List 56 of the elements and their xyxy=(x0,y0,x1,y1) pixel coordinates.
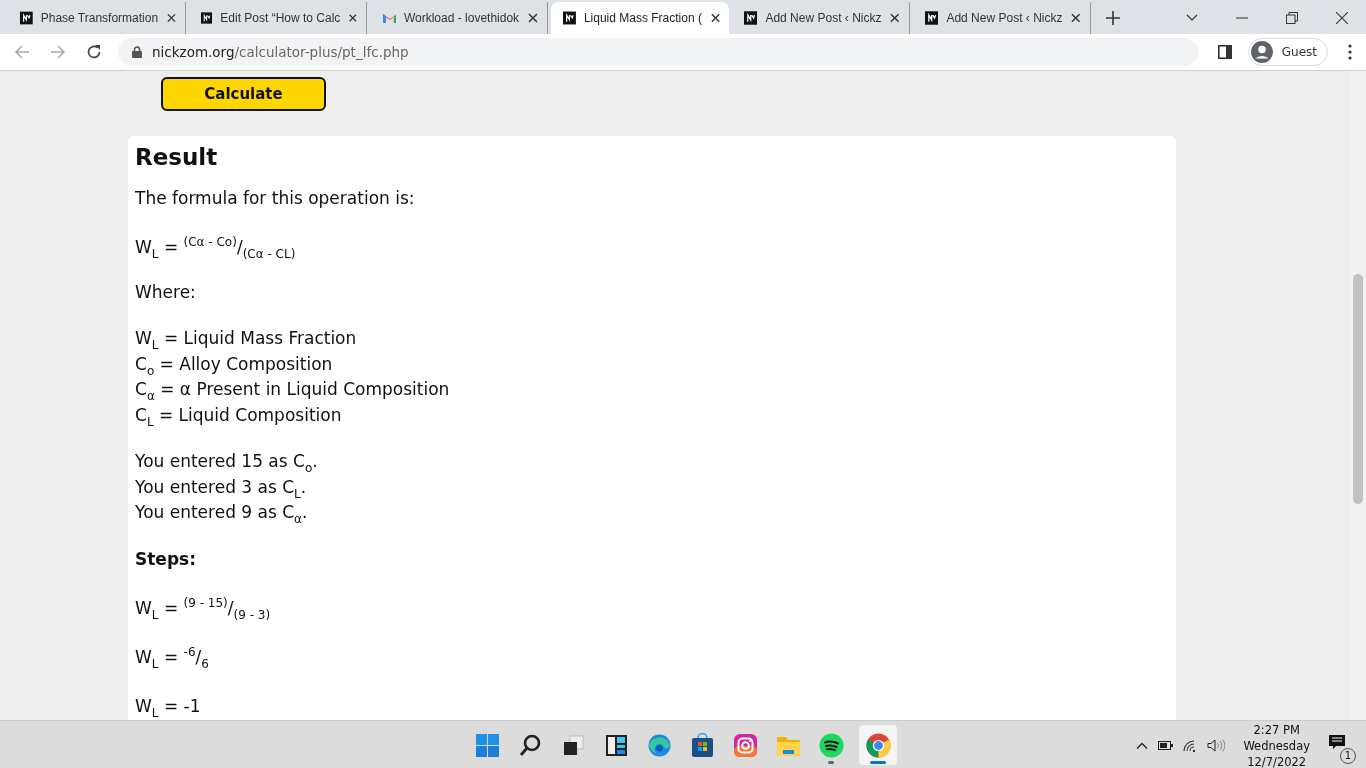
chevron-up-icon[interactable] xyxy=(1136,742,1149,749)
avatar-icon xyxy=(1250,41,1273,63)
text-line: C$_{o}$ = Alloy Composition xyxy=(135,352,334,377)
new-tab-icon[interactable] xyxy=(1106,11,1120,25)
lock-icon xyxy=(132,46,142,58)
result-heading: Result xyxy=(135,143,219,171)
camera-icon xyxy=(732,732,758,758)
formula-line: W$_{L}$ = -1 xyxy=(135,694,202,719)
close-icon[interactable] xyxy=(348,12,358,24)
close-icon[interactable] xyxy=(1336,12,1348,24)
start-icon xyxy=(474,732,500,758)
battery-icon[interactable] xyxy=(1158,741,1174,750)
text-line: Where: xyxy=(135,281,197,304)
address-field[interactable]: nickzom.org/calculator-plus/pt_lfc.php xyxy=(118,38,1198,66)
wifi-icon[interactable] xyxy=(1183,739,1198,752)
formula-line: W$_{L}$ = $^{(Cα - Co)}$/$_{(Cα - CL)}$ xyxy=(135,235,297,260)
text-line: C$_{L}$ = Liquid Composition xyxy=(135,403,343,428)
restore-icon[interactable] xyxy=(1286,12,1298,24)
notification-count: 1 xyxy=(1340,747,1356,764)
reload-icon[interactable] xyxy=(86,44,102,60)
close-icon[interactable] xyxy=(889,12,901,24)
calculate-button[interactable]: Calculate xyxy=(161,77,326,111)
site-favicon-icon xyxy=(201,11,213,25)
text-line: W$_{L}$ = Liquid Mass Fraction xyxy=(135,327,358,352)
close-icon[interactable] xyxy=(1070,12,1082,24)
text-line: The formula for this operation is: xyxy=(135,187,416,210)
formula-line: W$_{L}$ = $^{-6}$/$_{6}$ xyxy=(135,644,210,670)
formula-line: W$_{L}$ = $^{(9 - 15)}$/$_{(9 - 3)}$ xyxy=(135,595,272,621)
site-favicon-icon xyxy=(563,11,576,25)
browser-tab[interactable]: Liquid Mass Fraction ( xyxy=(551,2,729,34)
site-favicon-icon xyxy=(925,11,939,25)
site-favicon-icon xyxy=(20,11,33,25)
clock[interactable]: 2:27 PM Wednesday 12/7/2022 xyxy=(1243,721,1310,768)
chevron-down-icon[interactable] xyxy=(1186,14,1198,22)
text-line: C$_{α}$ = α Present in Liquid Composition xyxy=(135,378,451,403)
site-favicon-icon xyxy=(744,11,758,25)
close-icon[interactable] xyxy=(166,12,177,24)
shopping-bag-icon xyxy=(689,732,715,758)
search-icon xyxy=(517,732,543,758)
text-line: You entered 15 as C$_{o}$. xyxy=(135,450,319,475)
close-icon[interactable] xyxy=(527,12,539,24)
close-icon[interactable] xyxy=(709,12,721,24)
running-indicator xyxy=(870,761,886,764)
section-label: Steps: xyxy=(135,547,197,571)
speaker-icon[interactable] xyxy=(1207,739,1226,752)
side-panel-icon[interactable] xyxy=(1217,45,1232,59)
widgets-icon xyxy=(603,732,629,758)
swirl-icon xyxy=(646,732,672,758)
running-indicator xyxy=(828,761,834,764)
mail-icon xyxy=(382,11,396,25)
more-icon[interactable] xyxy=(1348,44,1352,60)
text-line: You entered 3 as C$_{L}$. xyxy=(135,475,308,500)
notification-icon[interactable] xyxy=(1328,733,1346,750)
text-line: You entered 9 as C$_{α}$. xyxy=(135,501,309,526)
sound-waves-icon xyxy=(818,732,844,758)
round-browser-icon xyxy=(865,732,891,758)
